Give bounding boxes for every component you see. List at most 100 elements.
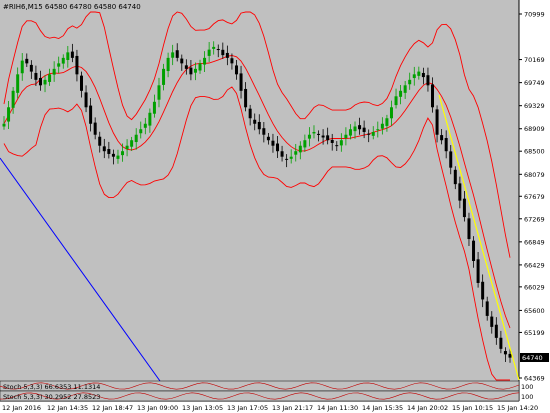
candle-body [271,140,275,146]
candle-body [102,146,106,152]
candle-body [193,68,197,73]
candle-body [70,51,74,58]
candle-body [234,65,238,75]
candle-body [244,88,248,108]
price-tick-label: 68500 [524,148,545,156]
candle-body [307,134,311,139]
current-price-label: 64740 [522,354,543,362]
candle-body [440,135,444,141]
candle-body [503,351,507,355]
price-tick-label: 64369 [524,375,545,383]
time-tick-label: 13 Jan 09:00 [137,404,178,412]
candle-body [152,101,156,114]
stoch-top-scale: 100 [521,383,533,391]
candle-body [317,133,321,135]
candle-body [189,67,193,75]
candle-body [330,139,334,143]
time-tick-label: 12 Jan 2016 [2,404,41,412]
candle-body [143,123,147,128]
candle-body [166,57,170,72]
time-tick-label: 13 Jan 17:05 [227,404,268,412]
candle-body [11,90,15,108]
candle-body [385,118,389,126]
price-tick-label: 68079 [524,171,545,179]
candle-body [216,49,220,51]
chart-canvas[interactable]: Stoch 5,3,3) 66.6353 11.1314 Stoch 5,3,3… [0,0,550,413]
candle-body [380,123,384,129]
price-tick-label: 67269 [524,215,545,223]
candle-body [376,129,380,131]
candle-body [20,60,24,74]
time-tick-label: 13 Jan 21:17 [272,404,313,412]
price-tick-label: 65600 [524,307,545,315]
candle-body [29,64,33,72]
candle-body [490,316,494,327]
chart-window[interactable]: Stoch 5,3,3) 66.6353 11.1314 Stoch 5,3,3… [0,0,550,413]
candle-body [16,74,20,93]
candle-body [298,145,302,153]
price-tick-label: 66429 [524,261,545,269]
candle-body [276,143,280,152]
candle-body [508,353,512,358]
candle-body [148,112,152,126]
candle-body [389,107,393,119]
candle-body [38,77,42,86]
candle-body [198,63,202,71]
price-tick-label: 66849 [524,238,545,246]
candle-body [421,72,425,78]
candle-body [348,129,352,136]
candle-body [107,149,111,154]
candle-body [435,109,439,135]
price-tick-label: 67679 [524,193,545,201]
candle-body [412,74,416,79]
candle-body [239,73,243,91]
candle-body [394,96,398,106]
candle-body [371,131,375,136]
candle-body [116,155,120,159]
candle-body [79,75,83,91]
candle-body [25,58,29,64]
price-tick-label: 66029 [524,283,545,291]
candle-body [207,49,211,56]
candle-body [481,281,485,300]
candle-body [321,135,325,138]
candle-body [34,72,38,80]
candle-body [130,140,134,147]
time-tick-label: 14 Jan 15:35 [362,404,403,412]
candle-body [180,58,184,64]
candle-body [111,153,115,157]
candle-body [48,74,52,82]
candle-body [399,90,403,97]
price-tick-label: 70169 [524,56,545,64]
candle-body [303,140,307,148]
candle-body [61,57,65,64]
price-tick-label: 70999 [524,11,545,19]
candle-body [358,125,362,130]
candle-body [458,183,462,201]
candle-body [121,151,125,156]
candle-body [449,151,453,168]
time-tick-label: 12 Jan 14:35 [47,404,88,412]
candle-body [312,131,316,134]
candle-body [157,85,161,100]
candle-body [225,52,229,58]
candle-body [353,126,357,132]
candle-body [453,169,457,185]
stoch-top-label: Stoch 5,3,3) 66.6353 11.1314 [3,383,100,391]
candle-body [476,259,480,283]
stoch-bottom-label: Stoch 5,3,3) 30.2952 27.8523 [3,393,100,401]
candle-body [84,92,88,108]
price-tick-label: 68909 [524,125,545,133]
candle-body [462,198,466,218]
candle-body [253,119,257,124]
candle-body [203,57,207,65]
price-tick-label: 69329 [524,102,545,110]
candle-body [326,135,330,141]
candle-body [162,68,166,85]
candle-body [221,49,225,56]
candle-body [403,85,407,93]
time-tick-label: 14 Jan 11:30 [317,404,358,412]
candle-body [417,71,421,76]
candle-body [89,105,93,124]
candle-body [257,121,261,130]
